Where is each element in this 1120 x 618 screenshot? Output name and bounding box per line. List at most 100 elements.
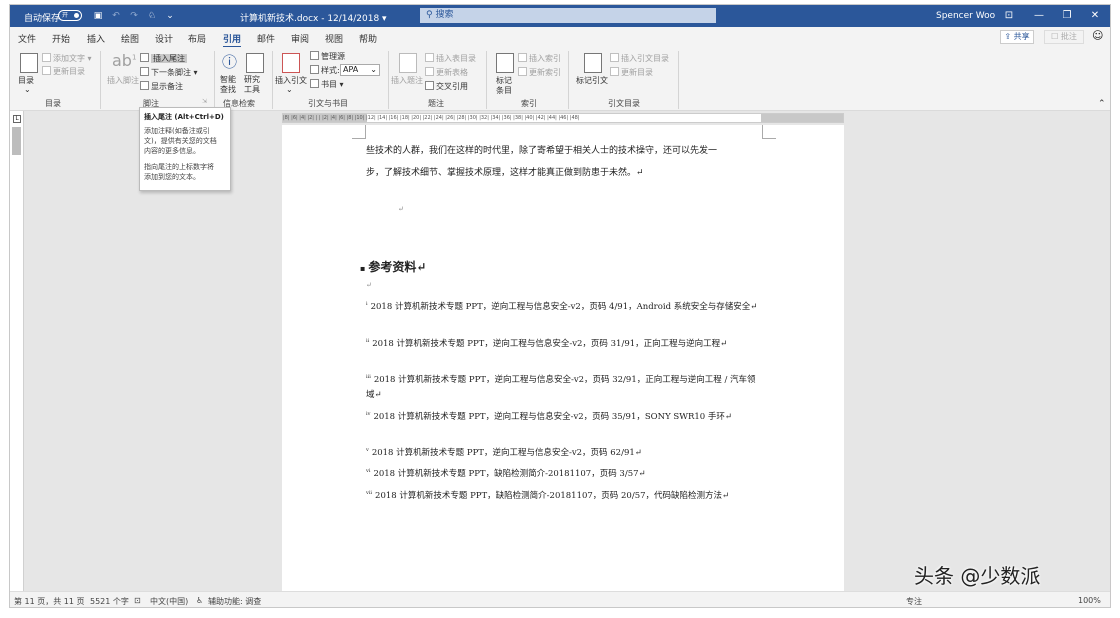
share-button[interactable]: ⇪ 共享: [1000, 30, 1034, 44]
show-notes-icon: [140, 81, 149, 90]
cross-reference-label: 交叉引用: [436, 82, 468, 91]
tab-mailings[interactable]: 邮件: [257, 32, 275, 45]
tab-review[interactable]: 审阅: [291, 32, 309, 45]
citation-style-select[interactable]: APA ⌄: [340, 64, 380, 76]
minimize-button[interactable]: —: [1030, 8, 1048, 24]
table-of-contents-icon: [20, 53, 38, 73]
style-label: 样式:: [310, 65, 340, 76]
vertical-ruler[interactable]: L: [10, 111, 24, 591]
paragraph-mark: ↵: [398, 205, 404, 213]
insert-endnote-icon: [140, 53, 149, 62]
tab-file[interactable]: 文件: [18, 32, 36, 45]
update-toa-button: 更新目录: [610, 67, 653, 78]
proofing-icon[interactable]: ⊡: [134, 596, 141, 605]
accessibility-status[interactable]: 辅助功能: 调查: [208, 596, 261, 607]
reference-text: 2018 计算机新技术专题 PPT，逆向工程与信息安全-v2，页码 62/91↵: [371, 447, 642, 458]
ribbon-display-icon[interactable]: ⊡: [1000, 8, 1018, 24]
status-bar: 第 11 页，共 11 页 5521 个字 ⊡ 中文(中国) ♿ 辅助功能: 调…: [10, 591, 1110, 607]
ribbon-separator: [272, 51, 273, 109]
bibliography-button[interactable]: 书目 ▾: [310, 79, 344, 90]
show-notes-button[interactable]: 显示备注: [140, 81, 183, 92]
reference-item: iv 2018 计算机新技术专题 PPT，逆向工程与信息安全-v2，页码 35/9…: [366, 407, 762, 425]
insert-index-icon: [518, 53, 527, 62]
accessibility-icon[interactable]: ♿: [196, 596, 203, 605]
insert-endnote-button[interactable]: 插入尾注: [140, 53, 187, 64]
ribbon-separator: [486, 51, 487, 109]
insert-endnote-label: 插入尾注: [151, 54, 187, 63]
style-label-text: 样式:: [321, 66, 340, 75]
cross-reference-icon: [425, 81, 434, 90]
language-status[interactable]: 中文(中国): [150, 596, 188, 607]
update-table-icon: [425, 67, 434, 76]
update-table-label: 更新表格: [436, 68, 468, 77]
focus-mode-button[interactable]: 专注: [906, 596, 922, 607]
user-name[interactable]: Spencer Woo: [936, 11, 995, 21]
citation-dropdown-icon[interactable]: ⌄: [286, 85, 293, 94]
reference-text: 2018 计算机新技术专题 PPT，缺陷检测简介-20181107，页码 3/5…: [373, 468, 646, 479]
search-placeholder: 搜索: [435, 10, 454, 20]
search-input[interactable]: ⚲ 搜索: [420, 8, 716, 23]
autosave-label: 自动保存: [24, 14, 61, 24]
cross-reference-button[interactable]: 交叉引用: [425, 81, 468, 92]
reference-item: vi 2018 计算机新技术专题 PPT，缺陷检测简介-20181107，页码 3…: [366, 464, 762, 482]
update-index-button: 更新索引: [518, 67, 561, 78]
insert-footnote-button[interactable]: 插入脚注: [107, 75, 139, 86]
group-label-citations: 引文与书目: [308, 99, 348, 108]
next-footnote-icon: [140, 67, 149, 76]
reference-number: v: [366, 447, 369, 453]
word-count[interactable]: 5521 个字: [90, 596, 129, 607]
tab-stop-selector[interactable]: L: [13, 115, 21, 123]
next-footnote-button[interactable]: 下一条脚注 ▾: [140, 67, 198, 78]
horizontal-ruler[interactable]: |8| |6| |4| |2| | | |2| |4| |6| |8| |10|…: [282, 113, 844, 123]
tab-help[interactable]: 帮助: [359, 32, 377, 45]
footnote-dialog-launcher-icon[interactable]: ⇲: [202, 98, 207, 105]
insert-caption-icon: [399, 53, 417, 73]
ribbon-separator: [568, 51, 569, 109]
insert-caption-button[interactable]: 插入题注: [391, 75, 423, 86]
collapse-ribbon-icon[interactable]: ⌃: [1098, 99, 1106, 109]
reference-number: iv: [366, 411, 371, 417]
body-paragraph-line: 些技术的人群，我们在这样的时代里，除了寄希望于相关人士的技术操守，还可以先发一: [366, 146, 718, 156]
reference-item: vii 2018 计算机新技术专题 PPT，缺陷检测简介-20181107，页码 …: [366, 486, 762, 504]
tab-insert[interactable]: 插入: [87, 32, 105, 45]
tab-draw[interactable]: 绘图: [121, 32, 139, 45]
reference-number: i: [366, 301, 368, 307]
footnote-ab-icon: ab1: [112, 51, 136, 70]
document-title[interactable]: 计算机新技术.docx - 12/14/2018 ▾: [240, 11, 387, 24]
ribbon: 目录 ⌄ 添加文字 ▾ 更新目录 目录 ab1 插入脚注 插入尾注 下一条脚注 …: [10, 47, 1110, 111]
customize-qa-icon[interactable]: ⌄: [164, 10, 176, 22]
smart-lookup-icon: ⓘ: [222, 53, 238, 71]
researcher-label2: 工具: [244, 85, 260, 94]
tab-home[interactable]: 开始: [52, 32, 70, 45]
comments-button[interactable]: ☐ 批注: [1044, 30, 1084, 44]
autosave-toggle[interactable]: 开: [58, 10, 82, 21]
tab-view[interactable]: 视图: [325, 32, 343, 45]
update-toa-icon: [610, 67, 619, 76]
save-icon[interactable]: ▣: [92, 10, 104, 22]
footnote-ab-glyph: ab: [112, 51, 132, 70]
reference-text: 2018 计算机新技术专题 PPT，缺陷检测简介-20181107，页码 20/…: [375, 490, 730, 501]
undo-icon[interactable]: ↶: [110, 10, 122, 22]
paragraph-mark: ↵: [366, 281, 372, 289]
add-text-icon: [42, 53, 51, 62]
restore-button[interactable]: ❐: [1058, 8, 1076, 24]
redo-icon[interactable]: ↷: [128, 10, 140, 22]
touch-mode-icon[interactable]: ♘: [146, 10, 158, 22]
insert-citation-icon: [282, 53, 300, 73]
tab-design[interactable]: 设计: [155, 32, 173, 45]
insert-index-button: 插入索引: [518, 53, 561, 64]
reference-item: iii 2018 计算机新技术专题 PPT，逆向工程与信息安全-v2，页码 32/…: [366, 370, 762, 403]
document-page[interactable]: 些技术的人群，我们在这样的时代里，除了寄希望于相关人士的技术操守，还可以先发一 …: [282, 125, 844, 591]
feedback-icon[interactable]: ☺: [1092, 29, 1103, 42]
reference-text: 2018 计算机新技术专题 PPT，逆向工程与信息安全-v2，页码 35/91，…: [373, 411, 733, 422]
toc-dropdown-icon[interactable]: ⌄: [24, 85, 31, 94]
mark-entry-icon: [496, 53, 514, 73]
close-button[interactable]: ✕: [1086, 8, 1104, 24]
zoom-level[interactable]: 100%: [1078, 596, 1101, 605]
mark-citation-button[interactable]: 标记引文: [576, 75, 608, 86]
page-count[interactable]: 第 11 页，共 11 页: [14, 596, 85, 607]
tab-layout[interactable]: 布局: [188, 32, 206, 45]
manage-sources-button[interactable]: 管理源: [310, 51, 345, 62]
tab-references[interactable]: 引用: [223, 32, 242, 48]
researcher-icon: [246, 53, 264, 73]
